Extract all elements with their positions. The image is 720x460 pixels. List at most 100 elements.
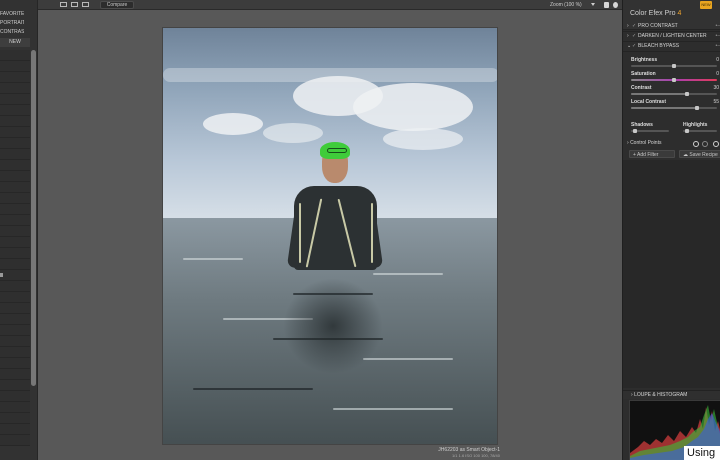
left-sidebar: FAVORITES PORTRAIT CONTRAST NEW — [0, 0, 38, 460]
goggles — [327, 148, 347, 153]
list-item[interactable] — [0, 358, 30, 369]
cloud — [203, 113, 263, 135]
sidebar-item-favorites[interactable]: FAVORITES — [0, 10, 24, 19]
list-item[interactable] — [0, 226, 30, 237]
filter-bleach-bypass[interactable]: ⌄✓ BLEACH BYPASS •– — [627, 42, 720, 51]
list-item[interactable] — [0, 116, 30, 127]
sidebar-item-contrast[interactable]: CONTRAST — [0, 28, 24, 37]
list-item[interactable] — [0, 171, 30, 182]
plugin-title: Color Efex Pro 4 — [630, 10, 690, 17]
sidebar-item-portrait[interactable]: PORTRAIT — [0, 19, 24, 28]
filter-label: BLEACH BYPASS — [638, 43, 680, 49]
new-recipe-button[interactable]: NEW — [0, 38, 30, 47]
image-caption: JH62203 as Smart Object-1 1/1 1.6 ISO 10… — [436, 447, 500, 459]
list-item[interactable] — [0, 237, 30, 248]
pin-icon[interactable] — [604, 2, 609, 8]
cloud — [263, 123, 323, 143]
ripple — [193, 388, 313, 390]
list-item[interactable] — [0, 193, 30, 204]
list-item[interactable] — [0, 292, 30, 303]
list-item[interactable] — [0, 182, 30, 193]
filter-menu-icon[interactable]: •– — [715, 42, 720, 51]
list-item[interactable] — [0, 259, 30, 270]
single-view-icon[interactable] — [60, 2, 67, 7]
slider-knob[interactable] — [695, 106, 699, 110]
slider-knob[interactable] — [685, 129, 689, 133]
saturation-slider[interactable] — [631, 78, 717, 82]
list-item[interactable] — [0, 94, 30, 105]
ripple — [333, 408, 453, 410]
list-item[interactable] — [0, 380, 30, 391]
zoom-dropdown-icon[interactable] — [591, 3, 595, 6]
image-canvas[interactable]: JH62203 as Smart Object-1 1/1 1.6 ISO 10… — [38, 10, 622, 460]
plugin-title-text: Color Efex Pro — [630, 10, 676, 17]
list-item[interactable] — [0, 325, 30, 336]
list-item[interactable] — [0, 149, 30, 160]
list-item[interactable] — [0, 127, 30, 138]
slider-knob[interactable] — [633, 129, 637, 133]
list-item[interactable] — [0, 72, 30, 83]
list-item[interactable] — [0, 204, 30, 215]
slider-knob[interactable] — [672, 64, 676, 68]
reflection — [283, 278, 383, 374]
add-filter-button[interactable]: + Add Filter — [629, 150, 675, 158]
filter-label: DARKEN / LIGHTEN CENTER — [638, 33, 707, 39]
overlay-caption: Using — [684, 446, 720, 460]
contrast-value: 30 — [713, 85, 719, 91]
list-item[interactable] — [0, 105, 30, 116]
side-by-side-icon[interactable] — [82, 2, 89, 7]
list-item[interactable] — [0, 391, 30, 402]
list-item[interactable] — [0, 336, 30, 347]
list-item[interactable] — [0, 314, 30, 325]
brightness-slider[interactable] — [631, 64, 717, 68]
list-item[interactable] — [0, 215, 30, 226]
filter-menu-icon[interactable]: •– — [715, 22, 720, 31]
photo-preview[interactable] — [162, 27, 498, 445]
list-item[interactable] — [0, 369, 30, 380]
new-badge[interactable]: NEW — [700, 1, 712, 9]
ripple — [373, 273, 443, 275]
shadows-slider[interactable] — [631, 129, 669, 133]
list-item[interactable] — [0, 83, 30, 94]
list-item[interactable] — [0, 50, 30, 61]
split-view-icon[interactable] — [71, 2, 78, 7]
divider — [623, 51, 720, 52]
list-item[interactable] — [0, 413, 30, 424]
contrast-slider[interactable] — [631, 92, 717, 96]
list-item[interactable] — [0, 435, 30, 446]
slider-knob[interactable] — [685, 92, 689, 96]
brightness-value: 0 — [716, 57, 719, 63]
control-point-minus-icon[interactable] — [702, 141, 708, 147]
control-points-row[interactable]: › Control Points — [627, 139, 720, 148]
control-point-add-icon[interactable] — [693, 141, 699, 147]
list-item[interactable] — [0, 138, 30, 149]
filter-label: PRO CONTRAST — [638, 23, 678, 29]
local-contrast-slider[interactable] — [631, 106, 717, 110]
loupe-label: LOUPE & HISTOGRAM — [634, 392, 688, 398]
list-item[interactable] — [0, 402, 30, 413]
slider-knob[interactable] — [672, 78, 676, 82]
slider-fill — [631, 93, 687, 95]
list-item[interactable] — [0, 303, 30, 314]
list-item[interactable] — [0, 270, 30, 281]
control-points-label: Control Points — [630, 140, 662, 146]
list-item[interactable] — [0, 347, 30, 358]
list-marker-icon — [0, 273, 3, 277]
list-item[interactable] — [0, 281, 30, 292]
suit-line — [299, 203, 301, 263]
highlights-slider[interactable] — [683, 129, 717, 133]
filter-menu-icon[interactable]: •– — [715, 32, 720, 41]
list-item[interactable] — [0, 248, 30, 259]
ripple — [183, 258, 243, 260]
help-icon[interactable] — [613, 2, 618, 8]
sidebar-scrollbar[interactable] — [31, 50, 36, 386]
filter-pro-contrast[interactable]: › ✓ PRO CONTRAST •– — [627, 22, 720, 31]
list-item[interactable] — [0, 61, 30, 72]
loupe-histogram-header[interactable]: › LOUPE & HISTOGRAM — [623, 390, 720, 399]
list-item[interactable] — [0, 424, 30, 435]
compare-button[interactable]: Compare — [100, 1, 134, 9]
save-recipe-button[interactable]: ☁ Save Recipe — [679, 150, 720, 158]
list-item[interactable] — [0, 160, 30, 171]
filter-darken-lighten-center[interactable]: › ✓ DARKEN / LIGHTEN CENTER •– — [627, 32, 720, 41]
control-point-icon[interactable] — [713, 141, 719, 147]
